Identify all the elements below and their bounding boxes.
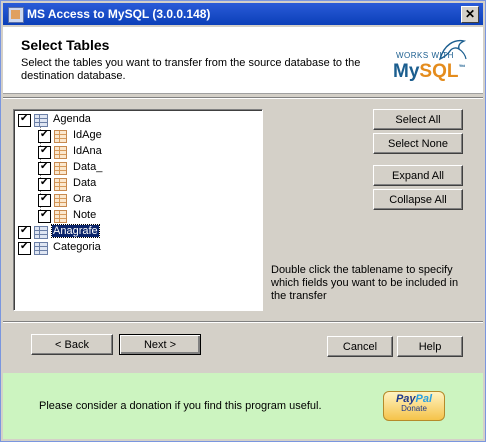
mysql-logo: WORKS WITH MySQL™ bbox=[388, 37, 470, 85]
field-checkbox[interactable] bbox=[38, 129, 51, 143]
app-icon bbox=[8, 7, 24, 23]
categoria-checkbox[interactable] bbox=[18, 241, 31, 255]
tree-node-agenda[interactable]: Agenda bbox=[18, 112, 218, 128]
tree-node-anagrafe[interactable]: Anagrafe bbox=[18, 224, 218, 240]
field-icon bbox=[54, 178, 67, 191]
footer-separator bbox=[3, 321, 483, 323]
select-all-button[interactable]: Select All bbox=[373, 109, 463, 130]
mysql-my: My bbox=[393, 61, 420, 82]
page-title: Select Tables bbox=[21, 37, 110, 53]
field-label[interactable]: Note bbox=[72, 209, 97, 221]
paypal-donate-button[interactable]: PayPal Donate bbox=[383, 391, 445, 421]
next-button[interactable]: Next > bbox=[119, 334, 201, 355]
field-checkbox[interactable] bbox=[38, 145, 51, 159]
tree-field-node[interactable]: Data_ bbox=[38, 160, 218, 176]
field-icon bbox=[54, 146, 67, 159]
header-separator bbox=[3, 97, 483, 99]
works-with-text: WORKS WITH bbox=[396, 51, 454, 60]
field-icon bbox=[54, 130, 67, 143]
field-label[interactable]: IdAge bbox=[72, 129, 103, 141]
tree-field-node[interactable]: IdAge bbox=[38, 128, 218, 144]
anagrafe-checkbox[interactable] bbox=[18, 225, 31, 239]
field-checkbox[interactable] bbox=[38, 177, 51, 191]
field-icon bbox=[54, 162, 67, 175]
tree-node-categoria[interactable]: Categoria bbox=[18, 240, 218, 256]
table-label[interactable]: Anagrafe bbox=[51, 224, 100, 238]
close-button[interactable]: ✕ bbox=[461, 6, 479, 23]
field-label[interactable]: Data_ bbox=[72, 161, 103, 173]
collapse-all-button[interactable]: Collapse All bbox=[373, 189, 463, 210]
field-checkbox[interactable] bbox=[38, 193, 51, 207]
field-icon bbox=[54, 210, 67, 223]
field-label[interactable]: Data bbox=[72, 177, 97, 189]
donation-bar: Please consider a donation if you find t… bbox=[3, 373, 483, 439]
expand-all-button[interactable]: Expand All bbox=[373, 165, 463, 186]
cancel-button[interactable]: Cancel bbox=[327, 336, 393, 357]
field-label[interactable]: Ora bbox=[72, 193, 92, 205]
field-checkbox[interactable] bbox=[38, 209, 51, 223]
title-bar[interactable]: MS Access to MySQL (3.0.0.148) ✕ bbox=[3, 3, 483, 25]
help-button[interactable]: Help bbox=[397, 336, 463, 357]
donation-message: Please consider a donation if you find t… bbox=[39, 400, 322, 412]
mysql-sql: SQL bbox=[419, 61, 459, 82]
table-tree[interactable]: Agenda IdAge IdAna Data_ Data Ora bbox=[13, 109, 263, 311]
table-label[interactable]: Categoria bbox=[52, 241, 102, 253]
agenda-checkbox[interactable] bbox=[18, 113, 31, 127]
tree-field-node[interactable]: Note bbox=[38, 208, 218, 224]
tree-field-node[interactable]: Data bbox=[38, 176, 218, 192]
mysql-wordmark: MySQL™ bbox=[393, 61, 465, 83]
window-title: MS Access to MySQL (3.0.0.148) bbox=[27, 7, 211, 21]
wizard-header: Select Tables Select the tables you want… bbox=[3, 27, 483, 94]
page-description: Select the tables you want to transfer f… bbox=[21, 57, 361, 82]
instruction-hint: Double click the tablename to specify wh… bbox=[271, 264, 459, 302]
app-window: MS Access to MySQL (3.0.0.148) ✕ Select … bbox=[0, 0, 486, 442]
select-none-button[interactable]: Select None bbox=[373, 133, 463, 154]
table-icon bbox=[34, 114, 48, 127]
table-label[interactable]: Agenda bbox=[52, 113, 92, 125]
donate-label: Donate bbox=[401, 404, 427, 413]
field-icon bbox=[54, 194, 67, 207]
mysql-tm: ™ bbox=[458, 64, 466, 72]
tree-field-node[interactable]: IdAna bbox=[38, 144, 218, 160]
table-icon bbox=[34, 242, 48, 255]
tree-field-node[interactable]: Ora bbox=[38, 192, 218, 208]
field-checkbox[interactable] bbox=[38, 161, 51, 175]
field-label[interactable]: IdAna bbox=[72, 145, 103, 157]
back-button[interactable]: < Back bbox=[31, 334, 113, 355]
table-icon bbox=[34, 226, 48, 239]
